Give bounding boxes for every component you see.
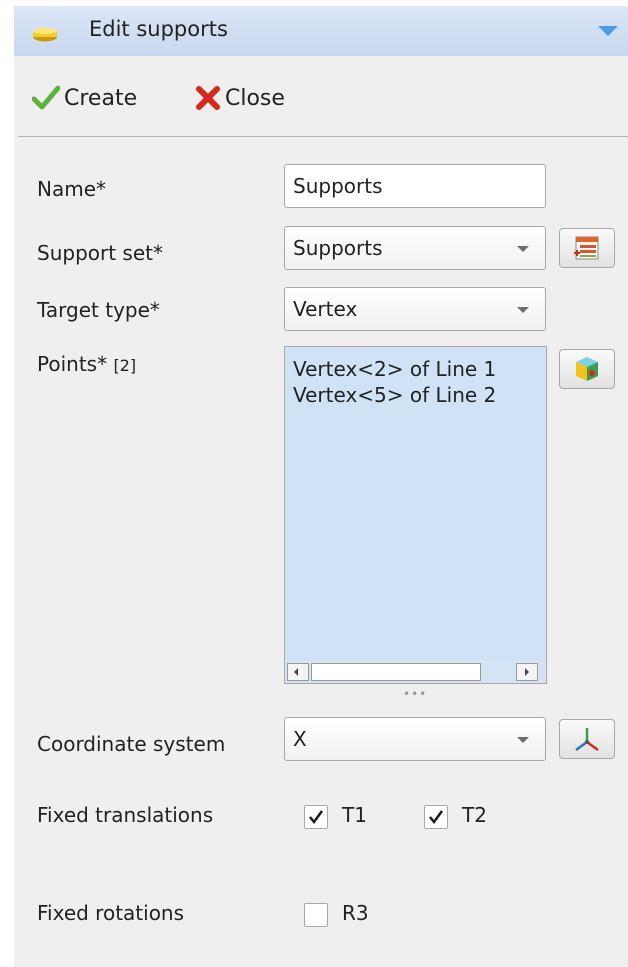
scrollbar-thumb[interactable] [311,663,481,681]
support-set-label: Support set* [37,241,163,265]
t2-label: T2 [462,803,487,827]
t2-checkbox[interactable] [424,805,448,829]
horizontal-scrollbar[interactable] [285,661,546,683]
target-type-dropdown[interactable]: Vertex [284,287,546,331]
dropdown-arrow-icon [517,246,529,252]
panel-title-bar[interactable]: Edit supports [14,6,628,56]
scroll-left-button[interactable] [287,663,309,681]
checkmark-icon [429,810,444,825]
dropdown-arrow-icon [517,737,529,743]
edit-supports-panel: Edit supports Create Close Name* Support… [14,6,628,967]
create-button[interactable]: Create [32,78,137,118]
new-support-set-icon [574,236,599,260]
support-set-value: Supports [293,236,383,260]
toolbar-divider [18,136,628,137]
t1-checkbox[interactable] [304,805,328,829]
r3-checkbox[interactable] [304,903,328,927]
points-label: Points* [2] [37,352,136,376]
close-icon [196,86,220,110]
points-list[interactable]: Vertex<2> of Line 1 Vertex<5> of Line 2 [284,346,547,684]
checkmark-icon [309,810,324,825]
create-label: Create [64,85,138,111]
support-set-dropdown[interactable]: Supports [284,226,546,270]
points-label-text: Points* [37,352,108,376]
points-count: [2] [113,356,137,375]
panel-title: Edit supports [89,17,228,41]
chevron-down-icon[interactable] [598,26,618,36]
coordinate-system-value: X [293,727,307,751]
coordinate-system-dropdown[interactable]: X [284,717,546,761]
new-support-set-button[interactable] [559,228,615,268]
support-icon [33,28,57,42]
close-label: Close [225,85,285,111]
name-input[interactable] [284,164,546,208]
list-item[interactable]: Vertex<5> of Line 2 [293,383,496,407]
target-type-label: Target type* [37,298,160,322]
select-geometry-button[interactable] [559,349,615,389]
checkmark-icon [32,85,60,110]
list-item[interactable]: Vertex<2> of Line 1 [293,357,496,381]
coordinate-system-label: Coordinate system [37,732,226,756]
axes-icon [575,728,599,752]
fixed-translations-label: Fixed translations [37,803,214,827]
target-type-value: Vertex [293,297,358,321]
r3-label: R3 [342,901,369,925]
fixed-rotations-label: Fixed rotations [37,901,185,925]
splitter-handle[interactable]: ••• [403,688,427,700]
dropdown-arrow-icon [517,307,529,313]
close-button[interactable]: Close [195,78,285,118]
name-label: Name* [37,177,107,201]
coordinate-system-button[interactable] [559,719,615,759]
t1-label: T1 [342,803,367,827]
scroll-right-button[interactable] [516,663,538,681]
select-geometry-icon [576,357,598,381]
